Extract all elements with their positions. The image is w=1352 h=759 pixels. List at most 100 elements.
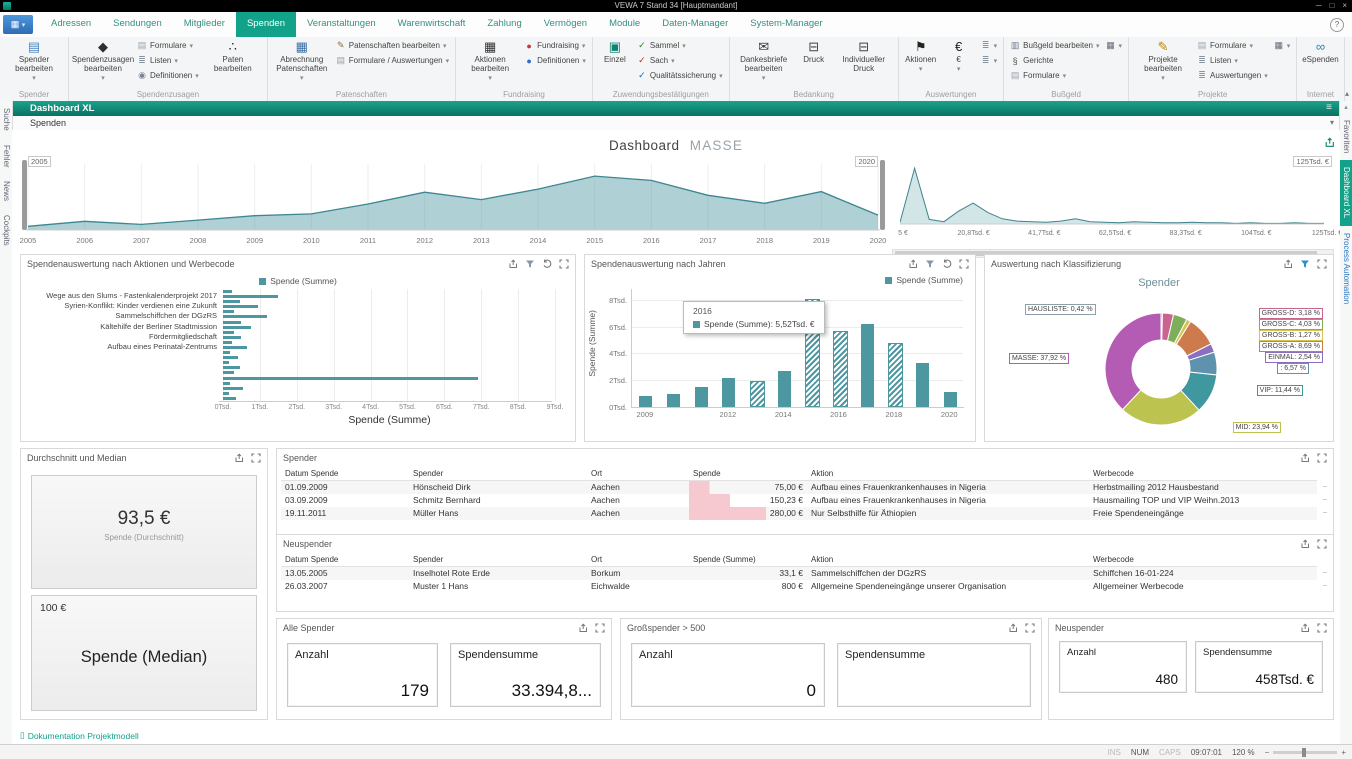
column-header[interactable]: Datum Spende	[281, 553, 409, 566]
ribbon-bußgeld-bearbeiten[interactable]: ▥ Bußgeld bearbeiten ▾	[1010, 39, 1100, 52]
zoom-thumb[interactable]	[1302, 747, 1307, 757]
row-splitter-icon[interactable]: ‒	[1320, 480, 1330, 493]
filter-active-icon[interactable]	[1300, 259, 1310, 269]
app-menu-button[interactable]: ▦ ▾	[3, 15, 33, 34]
ribbon-formulare[interactable]: ▤ Formulare ▾	[1010, 69, 1099, 82]
expand-icon[interactable]	[251, 452, 261, 463]
close-icon[interactable]: ×	[1342, 0, 1347, 12]
ribbon-button[interactable]: ▦ ▾	[1106, 39, 1122, 52]
zoom-slider[interactable]: − +	[1265, 747, 1346, 757]
panel-menu-icon[interactable]: ≡	[1326, 102, 1332, 113]
ribbon-sach[interactable]: ✓ Sach ▾	[637, 54, 723, 67]
ribbon-spendenzusagen-bearbeiten[interactable]: ◆ Spendenzusagen bearbeiten ▾	[72, 38, 134, 84]
ribbon-individueller-druck[interactable]: ⊟ Individueller Druck	[833, 38, 895, 75]
documentation-link[interactable]: ▯ Dokumentation Projektmodell	[20, 730, 139, 741]
ribbon-formulare[interactable]: ▤ Formulare ▾	[1197, 39, 1268, 52]
zoom-track[interactable]	[1273, 747, 1338, 757]
bar[interactable]	[722, 377, 736, 407]
row-splitter-icon[interactable]: ‒	[1320, 579, 1330, 592]
distribution-chart[interactable]: 125Tsd. € 5 € 20,8Tsd. € 41,7Tsd. € 62,5Tsd…	[892, 156, 1340, 248]
ribbon-spender-bearbeiten[interactable]: ▤ Spender bearbeiten ▾	[3, 38, 65, 84]
bar[interactable]	[860, 323, 874, 407]
ribbon-projekte-bearbeiten[interactable]: ✎ Projekte bearbeiten ▾	[1132, 38, 1194, 84]
expand-icon[interactable]	[595, 622, 605, 633]
sidebar-item-news[interactable]: News	[0, 174, 12, 208]
chevron-down-icon[interactable]: ▾	[1330, 118, 1334, 127]
ribbon-button[interactable]: ≣ ▾	[981, 39, 997, 52]
ribbon-definitionen[interactable]: ● Definitionen ▾	[524, 54, 585, 67]
sidebar-item-process-automation[interactable]: Process Automation	[1340, 226, 1352, 311]
bar[interactable]	[223, 371, 235, 375]
bar[interactable]	[223, 290, 233, 293]
ribbon-paten-bearbeiten[interactable]: ∴ Paten bearbeiten	[202, 38, 264, 75]
ribbon-dankesbriefe-bearbeiten[interactable]: ✉ Dankesbriefe bearbeiten ▾	[733, 38, 795, 84]
bar[interactable]	[223, 330, 235, 334]
ribbon-sammel[interactable]: ✓ Sammel ▾	[637, 39, 723, 52]
expand-icon[interactable]	[1025, 622, 1035, 633]
tab-vermögen[interactable]: Vermögen	[533, 12, 598, 37]
undo-icon[interactable]	[542, 259, 552, 269]
ribbon-einzel[interactable]: ▣ Einzel	[596, 38, 634, 66]
ribbon-button[interactable]: ≣ ▾	[981, 54, 997, 67]
tab-adressen[interactable]: Adressen	[40, 12, 102, 37]
export-icon[interactable]	[234, 452, 244, 463]
bar[interactable]	[223, 340, 233, 344]
bar[interactable]	[223, 300, 240, 304]
zoom-in-icon[interactable]: +	[1341, 748, 1346, 757]
bar[interactable]	[223, 391, 229, 395]
ribbon-qualitätssicherung[interactable]: ✓ Qualitätssicherung ▾	[637, 69, 723, 82]
tab-module[interactable]: Module	[598, 12, 651, 37]
tab-system-manager[interactable]: System-Manager	[739, 12, 833, 37]
bar[interactable]	[223, 361, 229, 365]
sidebar-item-cockpits[interactable]: Cockpits	[0, 208, 12, 253]
scroll-up-icon[interactable]: ▴	[1340, 101, 1352, 113]
donut-slice-masse[interactable]	[1104, 312, 1162, 411]
ribbon-fundraising[interactable]: ● Fundraising ▾	[524, 39, 586, 52]
row-splitter-icon[interactable]: ‒	[1320, 493, 1330, 506]
bar[interactable]	[223, 386, 244, 390]
export-icon[interactable]	[1300, 622, 1310, 633]
bar[interactable]	[223, 325, 251, 329]
timeline-range-chart[interactable]: 2005 2020 2005 2006 2007 2008 2009 2010 2011 20…	[20, 156, 886, 248]
column-header[interactable]: Werbecode	[1089, 553, 1317, 566]
sidebar-item-dashboard-xl[interactable]: Dashboard XL	[1340, 160, 1352, 226]
ribbon-gerichte[interactable]: § Gerichte	[1010, 54, 1099, 67]
export-icon[interactable]	[1283, 258, 1293, 269]
bar[interactable]	[223, 335, 242, 339]
tab-warenwirtschaft[interactable]: Warenwirtschaft	[387, 12, 477, 37]
bar[interactable]	[833, 330, 848, 407]
bar[interactable]	[916, 362, 929, 407]
ribbon-aktionen[interactable]: ⚑ Aktionen ▾	[902, 38, 940, 75]
ribbon-auswertungen[interactable]: ≣ Auswertungen ▾	[1197, 69, 1267, 82]
bar[interactable]	[223, 320, 242, 324]
bar[interactable]	[750, 380, 765, 407]
bar[interactable]	[943, 392, 957, 407]
expand-icon[interactable]	[1317, 538, 1327, 549]
bar[interactable]	[223, 310, 235, 314]
ribbon-abrechnung-patenschaften[interactable]: ▦ Abrechnung Patenschaften ▾	[271, 38, 333, 84]
ribbon-definitionen[interactable]: ◉ Definitionen ▾	[137, 69, 199, 82]
column-header[interactable]: Spende	[689, 467, 807, 480]
undo-icon[interactable]	[942, 259, 952, 269]
zoom-out-icon[interactable]: −	[1265, 748, 1270, 757]
table-row[interactable]: 03.09.2009 Schmitz Bernhard Aachen 150,23 €…	[281, 494, 1317, 507]
range-handle-right[interactable]	[880, 160, 885, 230]
tab-spenden[interactable]: Spenden	[235, 12, 296, 37]
export-icon[interactable]	[1300, 538, 1310, 549]
table-row[interactable]: 26.03.2007 Muster 1 Hans Eichwalde 800 € All…	[281, 580, 1317, 593]
table-row[interactable]: 19.11.2011 Müller Hans Aachen 280,00 € Nur S…	[281, 507, 1317, 520]
row-splitter-icon[interactable]: ‒	[1320, 566, 1330, 579]
filter-icon[interactable]	[925, 259, 935, 269]
tab-zahlung[interactable]: Zahlung	[476, 12, 532, 37]
bar[interactable]	[223, 351, 231, 355]
column-header[interactable]: Spender	[409, 553, 587, 566]
sidebar-item-suche[interactable]: Suche	[0, 101, 12, 138]
bar[interactable]	[223, 396, 236, 400]
export-icon[interactable]	[1300, 452, 1310, 463]
minimize-icon[interactable]: ─	[1316, 0, 1322, 12]
sidebar-item-favoriten[interactable]: Favoriten	[1340, 113, 1352, 160]
ribbon-listen[interactable]: ≣ Listen ▾	[1197, 54, 1268, 67]
export-icon[interactable]	[908, 258, 918, 269]
ribbon-€[interactable]: € € ▾	[940, 38, 978, 75]
ribbon-patenschaften-bearbeiten[interactable]: ✎ Patenschaften bearbeiten ▾	[336, 39, 449, 52]
